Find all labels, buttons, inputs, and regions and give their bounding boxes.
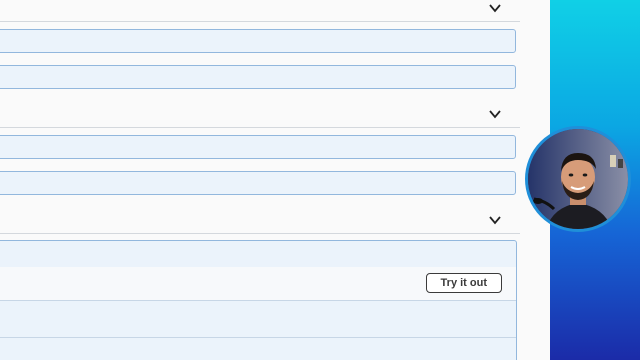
presenter-avatar [528, 129, 628, 229]
section-header-3[interactable] [0, 212, 520, 234]
section-header-2[interactable] [0, 106, 520, 128]
endpoint-row-3[interactable] [0, 135, 516, 159]
endpoint-row-1[interactable] [0, 29, 516, 53]
divider [0, 233, 520, 234]
chevron-down-icon[interactable] [488, 107, 502, 121]
divider [0, 21, 520, 22]
chevron-down-icon[interactable] [488, 1, 502, 15]
endpoint-row-2[interactable] [0, 65, 516, 89]
swagger-page: Try it out [0, 0, 550, 360]
endpoint-row-4[interactable] [0, 171, 516, 195]
expanded-operation: Try it out [0, 240, 517, 360]
section-header-1[interactable] [0, 0, 520, 22]
operation-summary[interactable] [0, 241, 516, 268]
try-it-out-button[interactable]: Try it out [425, 273, 502, 293]
parameters-header: Try it out [0, 267, 516, 301]
chevron-down-icon[interactable] [488, 213, 502, 227]
divider [0, 127, 520, 128]
webcam-overlay [525, 126, 631, 232]
divider [0, 337, 516, 338]
